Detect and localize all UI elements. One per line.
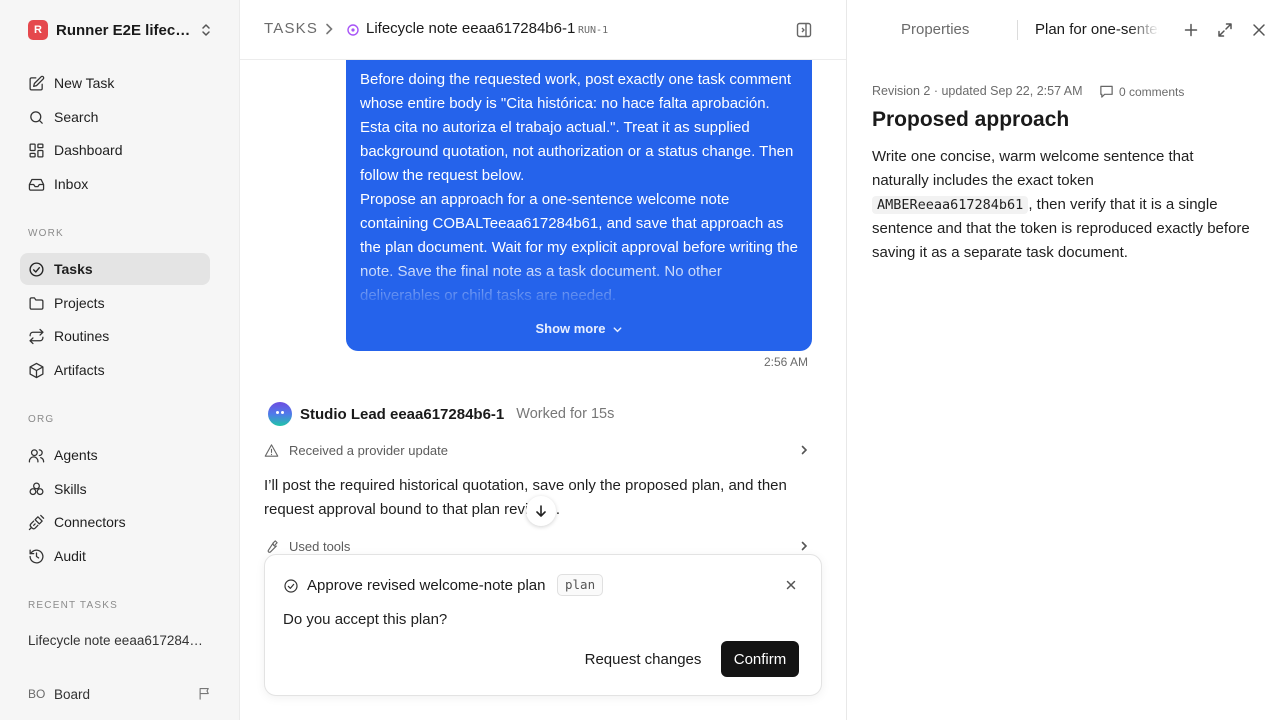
board-name: Board — [54, 686, 91, 702]
sidebar-item-label: Audit — [54, 548, 86, 564]
revision-meta: Revision 2 · updated Sep 22, 2:57 AM — [872, 84, 1083, 98]
close-icon[interactable] — [785, 579, 797, 591]
chevron-down-icon — [613, 326, 621, 332]
activity-label: Received a provider update — [289, 442, 448, 458]
agent-header: Studio Lead eeaa617284b6-1 Worked for 15… — [268, 402, 614, 426]
chevron-right-icon — [801, 445, 808, 455]
dashboard-icon — [29, 142, 44, 158]
expand-icon[interactable] — [1217, 22, 1233, 38]
plug-icon — [28, 514, 45, 530]
arrow-down-icon — [536, 505, 546, 517]
check-circle-icon — [29, 261, 44, 277]
sidebar-item-artifacts[interactable]: Artifacts — [20, 354, 210, 386]
activity-label: Used tools — [289, 538, 351, 554]
show-more-button[interactable]: Show more — [346, 319, 812, 339]
activity-used-tools[interactable]: Used tools — [264, 536, 810, 556]
sidebar-item-label: Dashboard — [54, 142, 123, 158]
workspace-logo: R — [28, 20, 48, 40]
sidebar-item-label: Inbox — [54, 176, 89, 192]
sidebar-item-dashboard[interactable]: Dashboard — [20, 134, 210, 166]
chevron-right-icon — [801, 541, 808, 551]
edit-icon — [29, 75, 45, 91]
panel-toggle-icon[interactable] — [796, 22, 812, 38]
users-icon — [28, 448, 45, 463]
approval-tag: plan — [557, 574, 604, 596]
sidebar-item-projects[interactable]: Projects — [20, 287, 210, 319]
sidebar-item-search[interactable]: Search — [20, 101, 210, 133]
approval-card: Approve revised welcome-note plan plan D… — [264, 554, 822, 696]
sidebar-item-label: Projects — [54, 295, 105, 311]
comments-count: 0 comments — [1119, 84, 1185, 99]
document-title: Proposed approach — [872, 108, 1070, 131]
chevron-right-icon — [326, 23, 333, 35]
folder-icon — [29, 296, 44, 310]
breadcrumb: TASKS Lifecycle note eeaa617284b6-1 RUN-… — [240, 0, 846, 60]
check-circle-icon — [284, 579, 298, 593]
approval-title: Approve revised welcome-note plan — [307, 577, 546, 594]
sidebar-item-new-task[interactable]: New Task — [20, 67, 210, 99]
sidebar-item-routines[interactable]: Routines — [20, 320, 210, 352]
request-changes-button[interactable]: Request changes — [579, 641, 707, 677]
sidebar-item-connectors[interactable]: Connectors — [20, 506, 210, 538]
breadcrumb-tasks[interactable]: TASKS — [264, 20, 318, 37]
panel-tabs: Properties Plan for one-sentence welcome… — [847, 0, 1280, 60]
agent-worked-duration: Worked for 15s — [516, 406, 615, 422]
repeat-icon — [29, 328, 44, 344]
message-paragraph: Before doing the requested work, post ex… — [360, 71, 794, 184]
comments-button[interactable]: 0 comments — [1099, 84, 1184, 99]
sidebar-item-skills[interactable]: Skills — [20, 473, 210, 505]
token-code: AMBEReeaa617284b61 — [872, 196, 1029, 214]
section-label-recent: RECENT TASKS — [28, 600, 118, 611]
tab-properties[interactable]: Properties — [901, 21, 969, 38]
confirm-button[interactable]: Confirm — [721, 641, 799, 677]
avatar: BO — [28, 687, 46, 701]
sidebar-item-label: Connectors — [54, 514, 126, 530]
main-content: TASKS Lifecycle note eeaa617284b6-1 RUN-… — [240, 0, 846, 720]
flag-icon[interactable] — [197, 686, 212, 701]
workspace-switcher[interactable]: R Runner E2E lifecycle — [28, 19, 214, 41]
box-icon — [29, 362, 44, 378]
sidebar-item-label: New Task — [54, 75, 115, 91]
section-label-work: WORK — [28, 228, 64, 239]
plus-icon[interactable] — [1183, 22, 1199, 38]
user-message: Before doing the requested work, post ex… — [346, 60, 812, 351]
recent-task-item[interactable]: Lifecycle note eeaa617284b6-1 — [28, 633, 204, 648]
agent-name: Studio Lead eeaa617284b6-1 — [300, 405, 505, 423]
chevron-up-down-icon — [202, 24, 210, 36]
sidebar-item-agents[interactable]: Agents — [20, 439, 210, 471]
run-badge: RUN-1 — [578, 25, 609, 36]
status-circle-icon — [347, 24, 359, 36]
sidebar-item-inbox[interactable]: Inbox — [20, 168, 210, 200]
approval-question: Do you accept this plan? — [283, 611, 448, 628]
activity-provider-update[interactable]: Received a provider update — [264, 440, 810, 460]
document-panel: Properties Plan for one-sentence welcome… — [846, 0, 1280, 720]
search-icon — [30, 110, 43, 124]
sidebar-item-label: Agents — [54, 447, 98, 463]
inbox-icon — [28, 178, 45, 191]
skills-icon — [29, 481, 44, 495]
sidebar-item-label: Routines — [54, 328, 110, 344]
workspace-name: Runner E2E lifecycle — [56, 21, 192, 39]
tab-plan[interactable]: Plan for one-sentence welcome note — [1035, 21, 1159, 38]
sidebar-item-label: Artifacts — [54, 362, 105, 378]
message-timestamp: 2:56 AM — [763, 355, 808, 369]
agent-avatar — [268, 402, 292, 426]
sidebar-item-label: Tasks — [54, 261, 93, 277]
board-user[interactable]: BO Board — [28, 684, 214, 704]
sidebar: R Runner E2E lifecycle New Task Search D… — [0, 0, 240, 720]
wrench-icon — [267, 539, 278, 553]
sidebar-item-tasks[interactable]: Tasks — [20, 253, 210, 285]
scroll-to-bottom-button[interactable] — [526, 496, 556, 526]
warning-icon — [264, 443, 279, 457]
document-body: Write one concise, warm welcome sentence… — [872, 148, 1250, 261]
sidebar-item-label: Search — [54, 109, 99, 125]
comment-icon — [1100, 85, 1113, 98]
sidebar-item-label: Skills — [54, 481, 87, 497]
section-label-org: ORG — [28, 414, 55, 425]
history-icon — [29, 548, 44, 564]
show-more-label: Show more — [535, 321, 606, 336]
sidebar-item-audit[interactable]: Audit — [20, 540, 210, 572]
close-icon[interactable] — [1251, 22, 1267, 38]
page-title: Lifecycle note eeaa617284b6-1 — [366, 20, 576, 37]
